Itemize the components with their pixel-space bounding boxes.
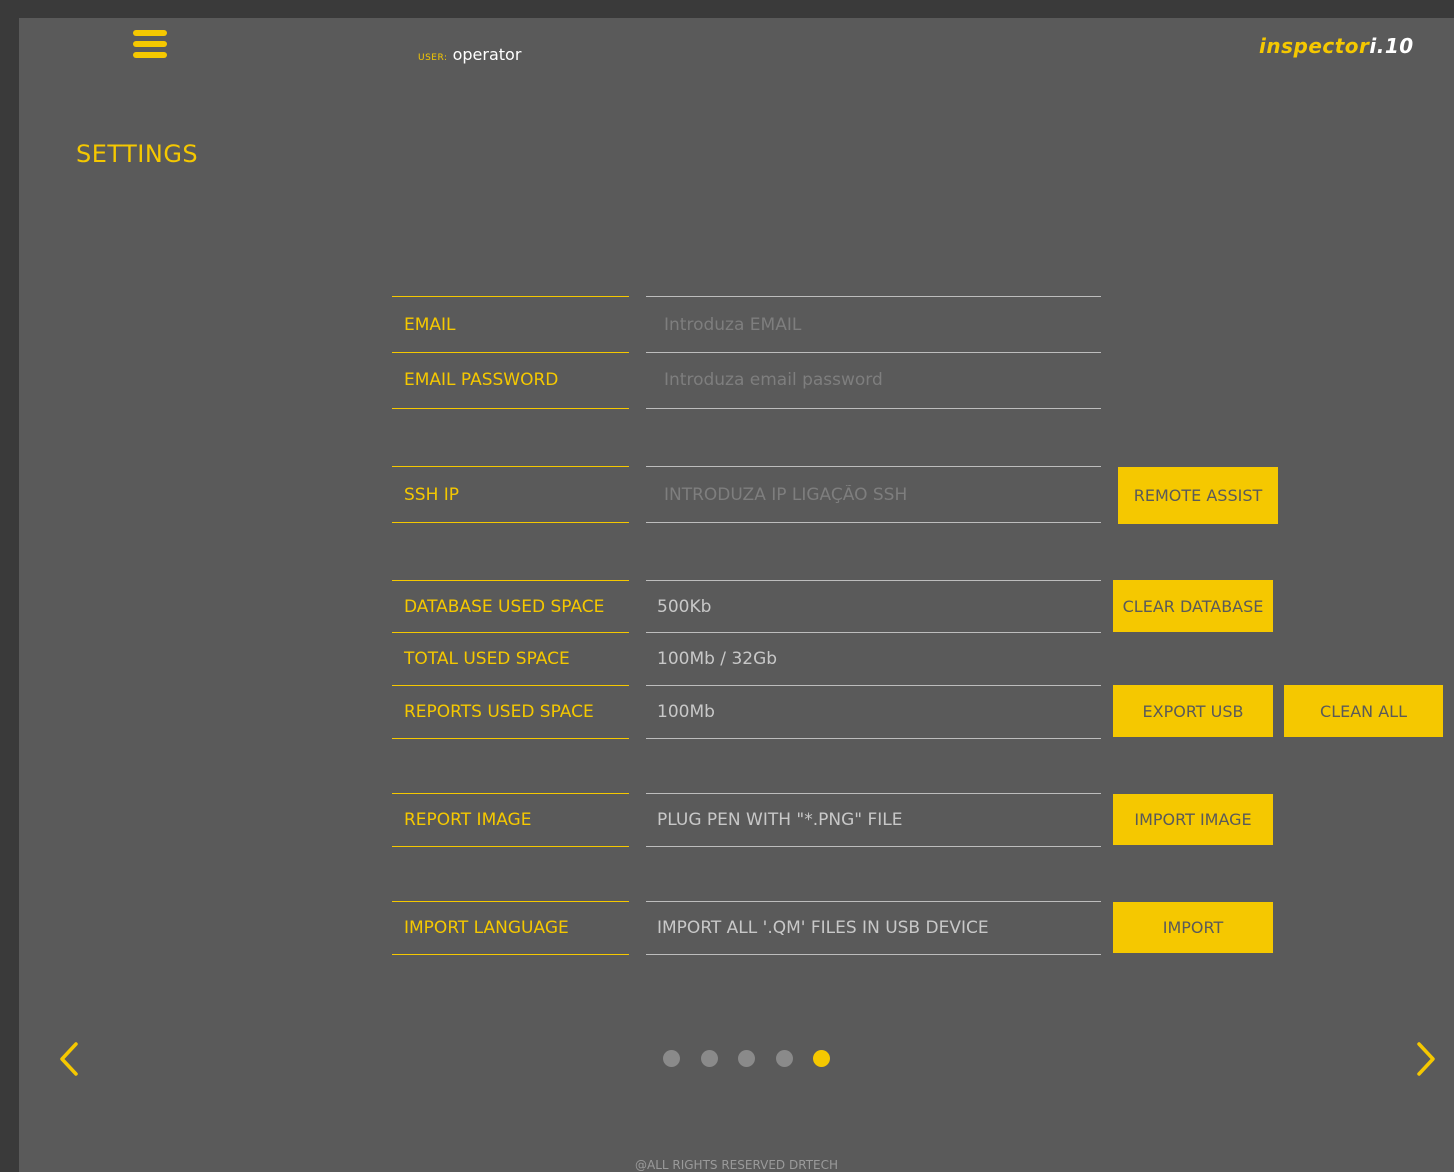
pagination-dot-2[interactable] — [700, 1050, 718, 1067]
footer-copyright: @ALL RIGHTS RESERVED DRTECH — [634, 1158, 839, 1172]
email-password-label: EMAIL PASSWORD — [392, 352, 629, 409]
pagination-dot-3[interactable] — [738, 1050, 755, 1067]
pagination-dot-1[interactable] — [663, 1050, 680, 1067]
email-input[interactable] — [657, 314, 1101, 335]
logo-text-secondary: i.10 — [1369, 34, 1414, 58]
reports-used-space-value: 100Mb — [646, 685, 1101, 739]
user-name: operator — [452, 45, 522, 64]
ssh-ip-field-box — [646, 466, 1101, 523]
export-usb-button[interactable]: EXPORT USB — [1113, 685, 1273, 737]
import-language-label: IMPORT LANGUAGE — [392, 901, 629, 955]
chevron-left-icon[interactable] — [58, 1041, 80, 1077]
database-used-space-value: 500Kb — [646, 580, 1101, 633]
pagination-dot-4[interactable] — [775, 1050, 793, 1067]
report-image-label: REPORT IMAGE — [392, 793, 629, 847]
pagination-dot-5[interactable] — [813, 1050, 830, 1067]
app-window: USER: operator inspectori.10 SETTINGS EM… — [19, 18, 1454, 1172]
report-image-value: PLUG PEN WITH "*.PNG" FILE — [646, 793, 1101, 847]
total-used-space-label: TOTAL USED SPACE — [392, 632, 629, 686]
total-used-space-value: 100Mb / 32Gb — [646, 632, 1101, 686]
email-password-field-box — [646, 352, 1101, 409]
import-language-button[interactable]: IMPORT — [1113, 902, 1273, 953]
ssh-ip-input[interactable] — [657, 484, 1101, 505]
remote-assist-button[interactable]: REMOTE ASSIST — [1118, 467, 1278, 524]
email-label: EMAIL — [392, 296, 629, 353]
email-field-box — [646, 296, 1101, 353]
user-label: USER: — [418, 53, 448, 63]
chevron-right-icon[interactable] — [1415, 1041, 1437, 1077]
database-used-space-label: DATABASE USED SPACE — [392, 580, 629, 633]
reports-used-space-label: REPORTS USED SPACE — [392, 685, 629, 739]
clear-database-button[interactable]: CLEAR DATABASE — [1113, 580, 1273, 632]
hamburger-menu-icon[interactable] — [133, 30, 167, 62]
user-indicator: USER: operator — [418, 45, 521, 64]
clean-all-button[interactable]: CLEAN ALL — [1284, 685, 1443, 737]
email-password-input[interactable] — [657, 370, 1101, 390]
import-language-value: IMPORT ALL '.QM' FILES IN USB DEVICE — [646, 901, 1101, 955]
logo-text-primary: inspector — [1259, 34, 1370, 58]
page-title: SETTINGS — [76, 140, 199, 168]
app-logo: inspectori.10 — [1259, 34, 1414, 58]
ssh-ip-label: SSH IP — [392, 466, 629, 523]
import-image-button[interactable]: IMPORT IMAGE — [1113, 794, 1273, 845]
